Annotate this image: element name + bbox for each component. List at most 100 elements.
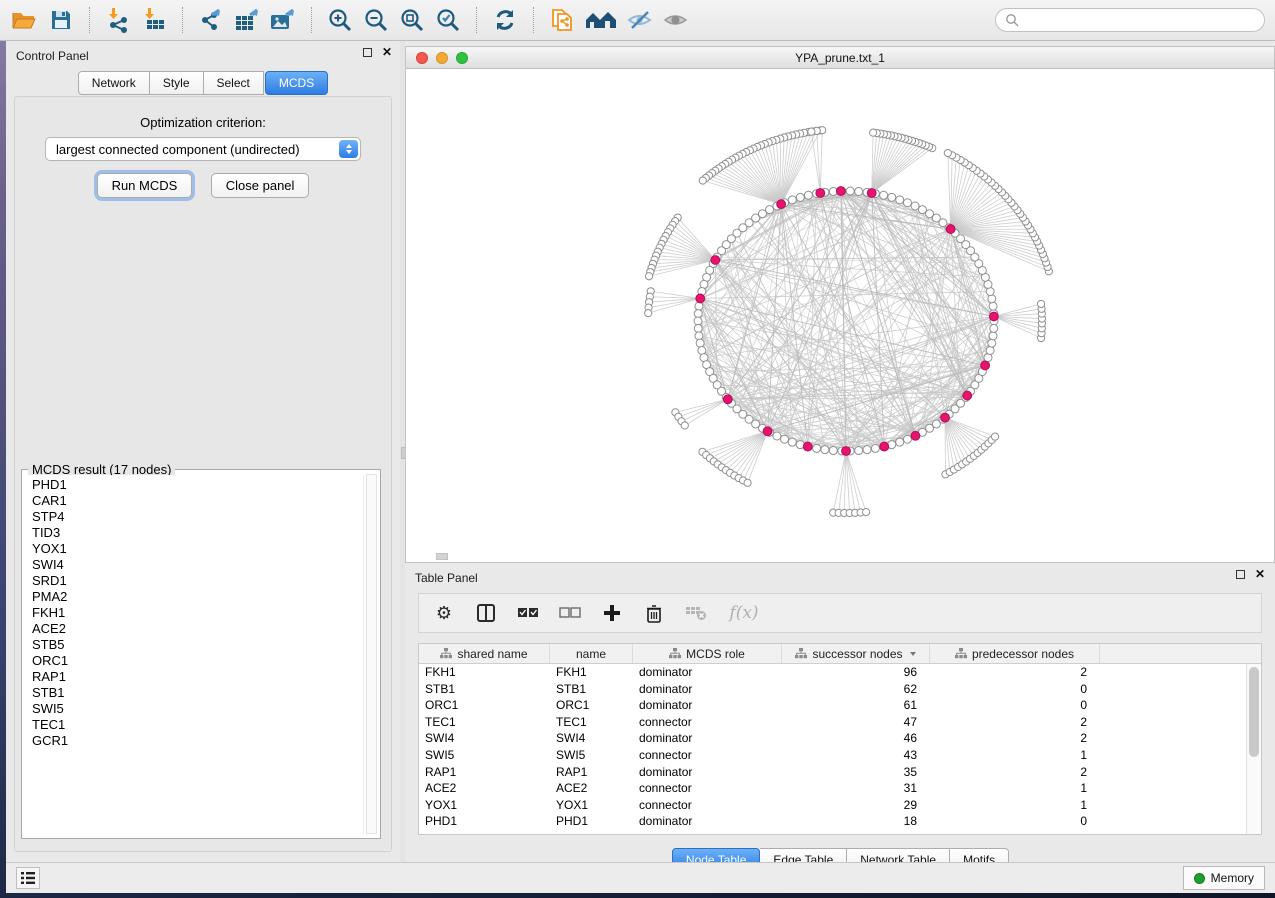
import-network-icon[interactable] — [103, 5, 133, 35]
cell-MCDS-role[interactable]: dominator — [633, 681, 782, 698]
cell-name[interactable]: RAP1 — [550, 764, 633, 781]
network-node[interactable] — [804, 191, 812, 199]
network-node[interactable] — [989, 332, 997, 340]
network-node[interactable] — [773, 432, 781, 440]
show-all-networks-icon[interactable] — [583, 5, 619, 35]
network-node[interactable] — [988, 295, 996, 303]
network-leaf-node[interactable] — [991, 433, 998, 440]
cell-MCDS-role[interactable]: connector — [633, 714, 782, 731]
export-table-icon[interactable] — [232, 5, 262, 35]
table-row[interactable]: STB1STB1dominator620 — [419, 681, 1245, 698]
cell-MCDS-role[interactable]: connector — [633, 780, 782, 797]
mcds-result-item[interactable]: TEC1 — [32, 717, 363, 733]
network-leaf-node[interactable] — [808, 128, 815, 135]
network-node[interactable] — [813, 444, 821, 452]
mcds-result-item[interactable]: FKH1 — [32, 605, 363, 621]
mcds-dominator-node[interactable] — [911, 431, 920, 440]
network-node[interactable] — [788, 196, 796, 204]
column-visibility-icon[interactable] — [475, 602, 497, 624]
zoom-in-icon[interactable] — [325, 5, 355, 35]
cell-name[interactable]: YOX1 — [550, 797, 633, 814]
import-table-icon[interactable] — [139, 5, 169, 35]
cell-predecessor-nodes[interactable]: 1 — [930, 780, 1100, 797]
mcds-dominator-node[interactable] — [941, 413, 950, 422]
mcds-dominator-node[interactable] — [723, 395, 732, 404]
cell-MCDS-role[interactable]: connector — [633, 797, 782, 814]
mcds-list-scrollbar[interactable] — [366, 474, 377, 834]
network-node[interactable] — [694, 317, 702, 325]
table-row[interactable]: TEC1TEC1connector472 — [419, 714, 1245, 731]
cell-shared-name[interactable]: STB1 — [419, 681, 550, 698]
cell-shared-name[interactable]: RAP1 — [419, 764, 550, 781]
mcds-result-item[interactable]: YOX1 — [32, 541, 363, 557]
cell-shared-name[interactable]: ACE2 — [419, 780, 550, 797]
table-row[interactable]: RAP1RAP1dominator352 — [419, 764, 1245, 781]
cell-predecessor-nodes[interactable]: 2 — [930, 714, 1100, 731]
memory-button[interactable]: Memory — [1183, 866, 1265, 890]
deselect-all-icon[interactable] — [559, 602, 581, 624]
network-node[interactable] — [888, 193, 896, 201]
table-row[interactable]: ORC1ORC1dominator610 — [419, 697, 1245, 714]
mcds-result-item[interactable]: GCR1 — [32, 733, 363, 749]
network-node[interactable] — [821, 446, 829, 454]
network-view-titlebar[interactable]: YPA_prune.txt_1 — [406, 47, 1274, 69]
network-node[interactable] — [855, 187, 863, 195]
table-row[interactable]: SWI4SWI4dominator462 — [419, 730, 1245, 747]
criterion-dropdown[interactable]: largest connected component (undirected) — [45, 137, 361, 161]
network-node[interactable] — [988, 339, 996, 347]
search-input[interactable] — [1024, 13, 1255, 27]
table-row[interactable]: YOX1YOX1connector291 — [419, 797, 1245, 814]
column-header-successor-nodes[interactable]: successor nodes — [782, 644, 930, 663]
mcds-dominator-node[interactable] — [981, 361, 990, 370]
mcds-dominator-node[interactable] — [867, 189, 876, 198]
cell-successor-nodes[interactable]: 31 — [782, 780, 930, 797]
cell-shared-name[interactable]: PHD1 — [419, 813, 550, 830]
cell-name[interactable]: ACE2 — [550, 780, 633, 797]
float-panel-icon[interactable] — [363, 48, 372, 57]
tab-select[interactable]: Select — [204, 71, 264, 95]
column-header-predecessor-nodes[interactable]: predecessor nodes — [930, 644, 1100, 663]
zoom-fit-icon[interactable] — [397, 5, 427, 35]
close-panel-icon[interactable]: ✕ — [382, 48, 392, 57]
mcds-dominator-node[interactable] — [696, 294, 705, 303]
cell-shared-name[interactable]: SWI4 — [419, 730, 550, 747]
mcds-result-item[interactable]: SRD1 — [32, 573, 363, 589]
network-leaf-node[interactable] — [944, 149, 951, 156]
cell-successor-nodes[interactable]: 47 — [782, 714, 930, 731]
cell-name[interactable]: FKH1 — [550, 664, 633, 681]
close-panel-icon[interactable]: ✕ — [1255, 570, 1265, 579]
window-close-icon[interactable] — [416, 52, 428, 64]
mcds-result-item[interactable]: RAP1 — [32, 669, 363, 685]
cell-successor-nodes[interactable]: 43 — [782, 747, 930, 764]
run-mcds-button[interactable]: Run MCDS — [97, 173, 193, 198]
network-node[interactable] — [855, 447, 863, 455]
network-node[interactable] — [695, 332, 703, 340]
mcds-result-item[interactable]: PMA2 — [32, 589, 363, 605]
cell-MCDS-role[interactable]: dominator — [633, 730, 782, 747]
mcds-result-item[interactable]: STP4 — [32, 509, 363, 525]
mcds-dominator-node[interactable] — [990, 312, 999, 321]
cell-successor-nodes[interactable]: 61 — [782, 697, 930, 714]
cell-predecessor-nodes[interactable]: 1 — [930, 797, 1100, 814]
column-header-name[interactable]: name — [550, 644, 633, 663]
mcds-dominator-node[interactable] — [963, 391, 972, 400]
cell-name[interactable]: ORC1 — [550, 697, 633, 714]
cell-predecessor-nodes[interactable]: 0 — [930, 697, 1100, 714]
network-node[interactable] — [781, 435, 789, 443]
open-file-icon[interactable] — [10, 5, 40, 35]
mcds-dominator-node[interactable] — [763, 427, 772, 436]
cell-successor-nodes[interactable]: 46 — [782, 730, 930, 747]
network-leaf-node[interactable] — [1037, 300, 1044, 307]
function-builder-icon[interactable]: f(x) — [727, 602, 761, 624]
cell-shared-name[interactable]: FKH1 — [419, 664, 550, 681]
task-history-button[interactable] — [16, 867, 40, 889]
network-node[interactable] — [986, 346, 994, 354]
mcds-result-item[interactable]: SWI4 — [32, 557, 363, 573]
window-maximize-icon[interactable] — [456, 52, 468, 64]
mcds-dominator-node[interactable] — [880, 442, 889, 451]
hide-details-icon[interactable] — [625, 5, 655, 35]
mcds-dominator-node[interactable] — [711, 256, 720, 265]
cell-MCDS-role[interactable]: dominator — [633, 664, 782, 681]
cell-name[interactable]: SWI5 — [550, 747, 633, 764]
horizontal-splitter-handle[interactable] — [436, 553, 448, 560]
